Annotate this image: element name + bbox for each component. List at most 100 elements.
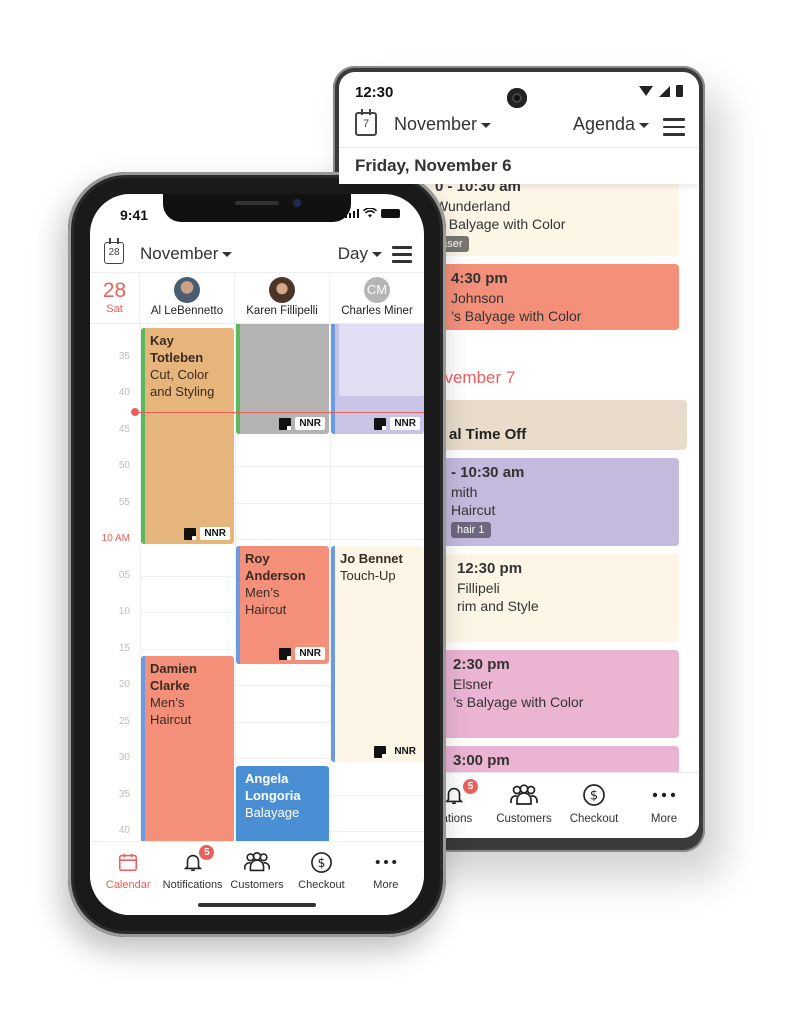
date-weekday: Sat bbox=[106, 303, 123, 315]
card-service: ’s Balyage with Color bbox=[435, 216, 566, 232]
card-tag: hair 1 bbox=[451, 522, 491, 538]
nnr-label: NNR bbox=[200, 527, 230, 540]
tab-label: Calendar bbox=[105, 879, 151, 891]
card-client: Wunderland bbox=[435, 198, 511, 214]
view-selector[interactable]: Agenda bbox=[573, 114, 649, 135]
month-selector[interactable]: November bbox=[394, 114, 492, 135]
tab-checkout[interactable]: $ Checkout bbox=[559, 773, 629, 838]
status-time: 12:30 bbox=[355, 84, 394, 101]
nnr-label: NNR bbox=[390, 417, 420, 430]
calendar-today-icon[interactable]: 28 bbox=[104, 238, 124, 264]
notification-badge: 5 bbox=[199, 845, 215, 860]
nnr-flag: NNR bbox=[374, 417, 420, 430]
staff-name: Karen Fillipelli bbox=[246, 305, 318, 317]
wifi-icon bbox=[639, 86, 653, 96]
time-tick: 30 bbox=[118, 752, 130, 763]
current-time-line bbox=[135, 412, 424, 413]
wifi-icon bbox=[363, 208, 377, 218]
card-time: 12:30 pm bbox=[457, 560, 523, 577]
home-indicator[interactable] bbox=[198, 903, 316, 907]
card-time: 4:30 pm bbox=[451, 270, 508, 287]
view-selector[interactable]: Day bbox=[338, 244, 382, 264]
note-icon bbox=[184, 527, 197, 540]
caret-down-icon bbox=[372, 252, 382, 258]
time-tick: 50 bbox=[118, 460, 130, 471]
avatar bbox=[174, 277, 200, 303]
menu-icon[interactable] bbox=[392, 246, 412, 264]
time-tick: 10 bbox=[118, 606, 130, 617]
appointment[interactable]: Jo Bennet Touch-Up NNR bbox=[331, 546, 424, 762]
day-heading: Friday, November 6 bbox=[339, 148, 699, 184]
menu-icon[interactable] bbox=[663, 118, 685, 136]
tab-label: Customers bbox=[496, 813, 552, 825]
svg-text:$: $ bbox=[317, 854, 325, 869]
note-icon bbox=[279, 647, 292, 660]
nnr-flag: NNR bbox=[374, 745, 420, 758]
service-name: Cut, Color and Styling bbox=[150, 367, 215, 399]
view-label: Agenda bbox=[572, 114, 635, 134]
time-tick: 15 bbox=[118, 642, 130, 654]
tab-label: More bbox=[373, 879, 399, 891]
notification-badge: 5 bbox=[463, 779, 478, 794]
avatar: CM bbox=[364, 277, 390, 303]
tab-label: More bbox=[650, 813, 678, 825]
cell-signal-icon bbox=[659, 85, 670, 97]
nnr-label: NNR bbox=[394, 746, 416, 757]
customers-icon bbox=[508, 783, 540, 807]
nnr-flag: NNR bbox=[279, 417, 325, 430]
calendar-today-icon[interactable]: 7 bbox=[355, 109, 377, 136]
customers-icon bbox=[242, 850, 272, 874]
service-name: Men’s Haircut bbox=[245, 585, 287, 617]
system-icons bbox=[639, 85, 683, 97]
card-title: al Time Off bbox=[449, 426, 527, 443]
battery-icon bbox=[381, 209, 400, 218]
time-tick: 30 bbox=[90, 324, 130, 325]
staff-column-header[interactable]: CM Charles Miner bbox=[330, 273, 424, 325]
caret-down-icon bbox=[481, 122, 492, 128]
card-service: ’s Balyage with Color bbox=[451, 308, 582, 324]
tab-more[interactable]: More bbox=[354, 842, 418, 915]
card-service: rim and Style bbox=[457, 598, 539, 614]
dollar-circle-icon: $ bbox=[310, 850, 333, 874]
month-selector[interactable]: November bbox=[140, 244, 233, 264]
iphone: 9:41 28 November Day 28 Sat Al LeBennett… bbox=[68, 172, 446, 937]
appointment[interactable]: Kay Totleben Cut, Color and Styling NNR bbox=[141, 328, 234, 544]
current-time-dot bbox=[131, 408, 139, 416]
appointment[interactable]: Roy Anderson Men’s Haircut NNR bbox=[236, 546, 329, 664]
more-dots-icon bbox=[375, 850, 397, 874]
time-tick: 25 bbox=[118, 715, 130, 727]
bell-icon bbox=[443, 783, 465, 807]
card-client: Fillipeli bbox=[457, 580, 500, 596]
time-tick: 45 bbox=[118, 423, 130, 435]
day-grid[interactable]: 40 35 30 25 20 15 10 05 10 AM 55 50 45 40 35 30 Kay To… bbox=[90, 324, 424, 841]
month-label: November bbox=[140, 244, 219, 263]
staff-name: Al LeBennetto bbox=[150, 305, 224, 317]
appointment[interactable]: Angela Longoria Balayage bbox=[236, 766, 329, 841]
client-name: Jo Bennet bbox=[340, 551, 403, 566]
tab-label: Checkout bbox=[569, 813, 619, 825]
time-tick: 55 bbox=[118, 496, 130, 508]
appointment[interactable]: Damien Clarke Men’s Haircut bbox=[141, 656, 234, 841]
appointment[interactable]: NNR bbox=[331, 324, 424, 434]
note-icon bbox=[279, 417, 292, 430]
time-tick: 40 bbox=[118, 387, 130, 398]
tab-customers[interactable]: Customers bbox=[489, 773, 559, 838]
staff-column-header[interactable]: Al LeBennetto bbox=[140, 273, 235, 325]
nnr-label: NNR bbox=[295, 417, 325, 430]
service-name: Men’s Haircut bbox=[150, 695, 192, 727]
bottom-tab-bar: Calendar 5 Notifications Customers $ Che bbox=[90, 841, 424, 915]
caret-down-icon bbox=[222, 252, 233, 258]
appointment[interactable]: NNR bbox=[236, 324, 329, 434]
staff-column-header[interactable]: Karen Fillipelli bbox=[235, 273, 330, 325]
tab-calendar[interactable]: Calendar bbox=[96, 842, 160, 915]
staff-header: 28 Sat Al LeBennetto Karen Fillipelli CM… bbox=[90, 272, 424, 325]
tab-label: Customers bbox=[230, 879, 284, 891]
tab-more[interactable]: More bbox=[629, 773, 699, 838]
caret-down-icon bbox=[639, 122, 649, 128]
more-dots-icon bbox=[652, 783, 676, 807]
card-service: ’s Balyage with Color bbox=[453, 694, 584, 710]
selected-date[interactable]: 28 Sat bbox=[90, 273, 140, 325]
time-tick: 20 bbox=[118, 679, 130, 690]
dollar-circle-icon: $ bbox=[582, 783, 606, 807]
battery-icon bbox=[676, 85, 683, 97]
